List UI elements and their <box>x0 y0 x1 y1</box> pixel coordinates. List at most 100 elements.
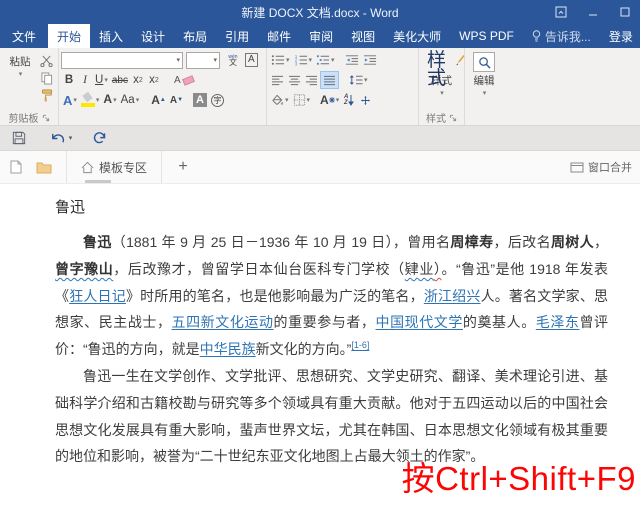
document-tab-bar: 模板专区 + 窗口合并 <box>0 151 640 184</box>
text-effects-button[interactable]: A▾ <box>61 91 79 109</box>
new-document-button[interactable] <box>4 155 28 179</box>
maximize-icon[interactable] <box>616 4 634 20</box>
arrow-down-icon <box>348 95 354 106</box>
cut-button[interactable] <box>38 54 55 68</box>
sparkle-icon <box>329 97 335 103</box>
styles-button[interactable]: 样式 样式 ▾ <box>421 50 462 110</box>
open-folder-button[interactable] <box>32 155 56 179</box>
shading-button[interactable]: ▾ <box>269 91 291 109</box>
dialog-launcher-icon[interactable] <box>42 114 50 122</box>
paste-button[interactable]: 粘贴 ▾ <box>2 50 38 68</box>
hyperlink[interactable]: 毛泽东 <box>536 314 580 330</box>
title-bar: 新建 DOCX 文档.docx - Word <box>0 0 640 24</box>
font-size-combobox[interactable]: ▾ <box>186 52 220 69</box>
undo-icon <box>50 132 67 145</box>
tell-me-box[interactable]: 告诉我... <box>523 24 600 48</box>
superscript-button[interactable]: x2 <box>146 71 162 89</box>
text-run: 周树人 <box>551 234 594 250</box>
hyperlink[interactable]: [1-6] <box>351 340 369 350</box>
highlight-button[interactable]: ▾ <box>79 91 102 109</box>
align-right-button[interactable] <box>303 71 320 89</box>
blank-page-icon <box>10 160 22 174</box>
hyperlink[interactable]: 五四新文化运动 <box>172 314 274 330</box>
svg-text:3: 3 <box>294 61 297 66</box>
formatting-marks-icon <box>360 95 371 106</box>
numbering-button[interactable]: 123▾ <box>292 51 315 69</box>
eraser-icon <box>182 75 195 86</box>
bullets-button[interactable]: ▾ <box>269 51 292 69</box>
character-shading-button[interactable]: A <box>191 91 209 109</box>
tab-layout[interactable]: 布局 <box>174 24 216 48</box>
undo-button[interactable]: ▾ <box>48 128 74 148</box>
subscript-button[interactable]: x2 <box>130 71 146 89</box>
folder-icon <box>36 161 52 174</box>
redo-button[interactable] <box>86 128 112 148</box>
highlighter-icon <box>81 93 95 107</box>
character-border-button[interactable]: A <box>243 51 260 69</box>
tab-insert[interactable]: 插入 <box>90 24 132 48</box>
italic-button[interactable]: I <box>77 71 93 89</box>
template-zone-tab[interactable]: 模板专区 <box>66 151 162 183</box>
styles-group-label: 样式 <box>421 110 462 125</box>
copy-button[interactable] <box>38 71 55 85</box>
clear-formatting-button[interactable]: A <box>172 71 196 89</box>
font-color-button[interactable]: A▾ <box>101 91 118 109</box>
phonetic-guide-button[interactable]: wén 文 <box>225 51 241 69</box>
strikethrough-button[interactable]: abc <box>110 71 130 89</box>
save-button[interactable] <box>6 128 32 148</box>
minimize-icon[interactable] <box>584 4 602 20</box>
hyperlink[interactable]: 中华民族 <box>200 341 256 357</box>
align-center-icon <box>288 75 301 86</box>
align-left-button[interactable] <box>269 71 286 89</box>
bold-button[interactable]: B <box>61 71 77 89</box>
ribbon-group-styles: 样式 样式 ▾ 样式 <box>418 48 464 125</box>
hyperlink[interactable]: 中国现代文学 <box>376 314 463 330</box>
change-case-button[interactable]: Aa▾ <box>119 91 142 109</box>
asian-layout-button[interactable]: A ▾ <box>318 91 341 109</box>
styles-a-icon: 样式 <box>427 52 456 72</box>
format-painter-button[interactable] <box>38 88 55 102</box>
enclose-characters-button[interactable]: 字 <box>209 91 226 109</box>
tab-review[interactable]: 审阅 <box>300 24 342 48</box>
ribbon-display-options-icon[interactable] <box>552 4 570 20</box>
multilevel-list-button[interactable]: ▾ <box>314 51 337 69</box>
shrink-font-button[interactable]: A▼ <box>168 91 185 109</box>
edit-button[interactable]: 编辑 ▾ <box>467 50 501 110</box>
line-spacing-button[interactable]: ▾ <box>347 71 370 89</box>
paintbrush-icon <box>41 89 53 102</box>
justify-button[interactable] <box>320 71 339 89</box>
tab-mailings[interactable]: 邮件 <box>258 24 300 48</box>
hyperlink[interactable]: 浙江绍兴 <box>424 288 481 304</box>
tab-view[interactable]: 视图 <box>342 24 384 48</box>
tab-wps-pdf[interactable]: WPS PDF <box>450 24 523 48</box>
dialog-launcher-icon[interactable] <box>449 114 457 122</box>
sign-in-button[interactable]: 登录 <box>600 24 640 48</box>
tab-home[interactable]: 开始 <box>48 24 90 48</box>
hyperlink[interactable]: 狂人日记 <box>69 288 126 304</box>
paint-bucket-icon <box>271 94 284 106</box>
decrease-indent-button[interactable] <box>343 51 361 69</box>
scissors-icon <box>40 55 53 67</box>
merge-windows-button[interactable]: 窗口合并 <box>570 159 640 175</box>
show-marks-button[interactable] <box>357 91 373 109</box>
text-run: ，后改豫才，曾留学日本仙台医科专门学校（ <box>113 261 404 277</box>
font-name-combobox[interactable]: ▾ <box>61 52 183 69</box>
edit-group-label <box>467 110 508 125</box>
increase-indent-button[interactable] <box>361 51 379 69</box>
tab-references[interactable]: 引用 <box>216 24 258 48</box>
align-center-button[interactable] <box>286 71 303 89</box>
text-run: 新文化的方向。” <box>256 341 352 357</box>
ribbon-empty-area <box>510 48 640 125</box>
grow-font-button[interactable]: A▲ <box>149 91 168 109</box>
sort-button[interactable]: AZ <box>341 91 357 109</box>
text-run: 的奠基人。 <box>463 314 536 330</box>
tab-file[interactable]: 文件 <box>0 24 48 48</box>
tab-beautify-master[interactable]: 美化大师 <box>384 24 450 48</box>
new-tab-button[interactable]: + <box>170 155 196 179</box>
underline-button[interactable]: U▾ <box>93 71 110 89</box>
tab-design[interactable]: 设计 <box>132 24 174 48</box>
borders-button[interactable]: ▾ <box>291 91 313 109</box>
text-run: （1881 年 9 月 25 日－1936 年 10 月 19 日），曾用名 <box>112 234 451 250</box>
ribbon-tab-bar: 文件 开始 插入 设计 布局 引用 邮件 审阅 视图 美化大师 WPS PDF … <box>0 24 640 48</box>
align-right-icon <box>305 75 318 86</box>
